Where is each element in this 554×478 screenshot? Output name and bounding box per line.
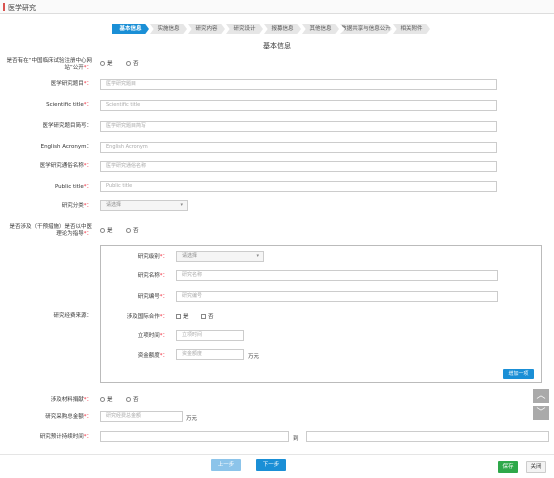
fund-level-label: 研究级别*：: [137, 254, 168, 260]
registered-no-radio[interactable]: 否: [126, 61, 139, 68]
fund-level-select[interactable]: 请选择 ▾: [176, 251, 264, 262]
registered-label: 是否有在“中国临床试验注册中心网站”公开*：: [6, 58, 92, 71]
chevron-down-icon: ▾: [180, 202, 183, 208]
acronym-input[interactable]: English Acronym: [100, 142, 497, 153]
close-button[interactable]: 关闭: [526, 461, 546, 473]
intervention-label: 是否涉及（干预措施）是否以中医理论为指导*：: [9, 224, 92, 237]
app-title: 医学研究: [8, 4, 36, 12]
scroll-down-button[interactable]: ﹀: [533, 406, 549, 420]
cn-title-label: 医学研究题目*：: [50, 81, 92, 87]
save-button[interactable]: 保存: [498, 461, 518, 473]
duration-label: 研究预计持续时间*：: [39, 434, 92, 440]
funding-label: 研究经费来源：: [53, 313, 92, 319]
prev-step-button[interactable]: 上一步: [211, 459, 241, 471]
chevron-up-icon: ︿: [536, 391, 546, 401]
public-title-label: Public title*：: [54, 184, 92, 190]
fund-name-label: 研究名称*：: [137, 273, 168, 279]
category-select[interactable]: 请选择 ▾: [100, 200, 188, 211]
fund-number-input[interactable]: 研究编号: [176, 291, 498, 302]
next-step-button[interactable]: 下一步: [256, 459, 286, 471]
fund-intl-no-checkbox[interactable]: 否: [201, 314, 214, 321]
materials-no-radio[interactable]: 否: [126, 397, 139, 404]
fund-number-label: 研究编号*：: [137, 294, 168, 300]
fund-amount-input[interactable]: 资金额度: [176, 349, 244, 360]
step-data-sharing[interactable]: 数据共享与信息公开: [340, 24, 392, 34]
chevron-down-icon: ▾: [256, 253, 259, 259]
scroll-up-button[interactable]: ︿: [533, 389, 549, 403]
fund-date-label: 立项时间*：: [137, 333, 168, 339]
title-bar: 医学研究: [0, 0, 554, 14]
intervention-yes-radio[interactable]: 是: [100, 228, 113, 235]
step-other[interactable]: 其他信息: [302, 24, 339, 34]
fund-amount-unit: 万元: [248, 354, 260, 360]
duration-end-input[interactable]: [306, 431, 549, 442]
cn-short-label: 医学研究题目简写：: [42, 123, 92, 129]
sci-title-input[interactable]: Scientific title: [100, 100, 497, 111]
chevron-down-icon: ﹀: [536, 408, 546, 418]
fund-intl-label: 涉及国际合作*：: [126, 314, 168, 320]
cn-short-input[interactable]: 医学研究题目简写: [100, 121, 497, 132]
intervention-no-radio[interactable]: 否: [126, 228, 139, 235]
fund-name-input[interactable]: 研究名称: [176, 270, 498, 281]
duration-to-label: 到: [293, 436, 299, 442]
section-title: 基本信息: [263, 42, 291, 50]
registered-yes-radio[interactable]: 是: [100, 61, 113, 68]
step-attachments[interactable]: 相关附件: [393, 24, 430, 34]
fund-intl-yes-checkbox[interactable]: 是: [176, 314, 189, 321]
step-design[interactable]: 研究设计: [226, 24, 263, 34]
duration-start-input[interactable]: [100, 431, 289, 442]
materials-yes-radio[interactable]: 是: [100, 397, 113, 404]
fund-amount-label: 资金额度*：: [137, 353, 168, 359]
step-content[interactable]: 研究内容: [188, 24, 225, 34]
popular-name-label: 医学研究通俗名称*：: [39, 163, 92, 169]
total-funding-input[interactable]: 研究经费总金额: [100, 411, 183, 422]
sci-title-label: Scientific title*：: [46, 102, 92, 108]
step-basic-info[interactable]: 基本信息: [112, 24, 149, 34]
acronym-label: English Acronym：: [40, 144, 92, 150]
total-funding-unit: 万元: [186, 416, 198, 422]
step-implementation[interactable]: 实施信息: [150, 24, 187, 34]
popular-name-input[interactable]: 医学研究通俗名称: [100, 161, 497, 172]
cn-title-input[interactable]: 医学研究题目: [100, 79, 497, 90]
step-recruitment[interactable]: 报募信息: [264, 24, 301, 34]
public-title-input[interactable]: Public title: [100, 181, 497, 192]
add-item-button[interactable]: 增加一项: [503, 369, 534, 379]
materials-label: 涉及材料捐献*：: [50, 397, 92, 403]
title-accent: [3, 3, 5, 11]
fund-date-input[interactable]: 立项时间: [176, 330, 244, 341]
step-tabs: 基本信息 实施信息 研究内容 研究设计 报募信息 其他信息 数据共享与信息公开 …: [112, 24, 431, 34]
total-funding-label: 研究采购总金额*：: [45, 414, 92, 420]
category-label: 研究分类*：: [61, 203, 92, 209]
